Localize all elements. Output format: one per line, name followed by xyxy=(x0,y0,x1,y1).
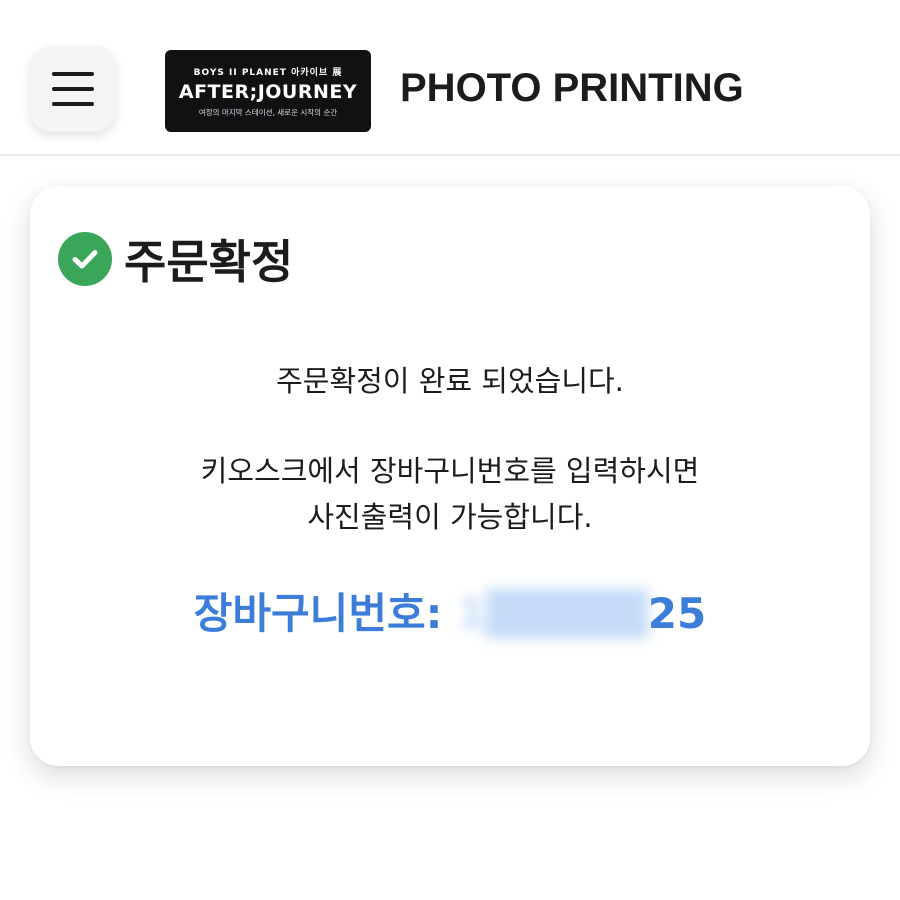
check-circle-icon xyxy=(58,232,112,286)
heading-text: 주문확정 xyxy=(124,235,294,289)
hamburger-menu-icon-bar xyxy=(52,87,94,91)
event-logo[interactable]: BOYS II PLANET 아카이브 展 AFTER;JOURNEY 여정의 … xyxy=(165,50,371,132)
card-heading: 주문확정 xyxy=(58,226,293,292)
app-header: BOYS II PLANET 아카이브 展 AFTER;JOURNEY 여정의 … xyxy=(0,0,900,156)
logo-line-1: BOYS II PLANET 아카이브 展 xyxy=(193,67,343,78)
kiosk-instruction-line-2: 사진출력이 가능합니다. xyxy=(307,500,593,534)
hamburger-menu-icon xyxy=(52,72,94,76)
cart-number-label: 장바구니번호: xyxy=(193,589,443,638)
logo-line-3: 여정의 마지막 스테이션, 새로운 시작의 순간 xyxy=(198,107,338,117)
page-title: PHOTO PRINTING xyxy=(400,66,744,110)
kiosk-instruction-line-1: 키오스크에서 장바구니번호를 입력하시면 xyxy=(200,454,700,488)
confirmation-message: 주문확정이 완료 되었습니다. xyxy=(276,364,624,398)
cart-number-visible-digits: 25 xyxy=(647,589,707,638)
order-confirmation-card: 주문확정 주문확정이 완료 되었습니다. 키오스크에서 장바구니번호를 입력하시… xyxy=(30,186,870,766)
cart-number-value: 1█████25 xyxy=(457,589,706,638)
cart-number-line: 장바구니번호: 1█████25 xyxy=(30,580,870,641)
page: BOYS II PLANET 아카이브 展 AFTER;JOURNEY 여정의 … xyxy=(0,0,900,900)
cart-number-blurred: 1█████ xyxy=(457,589,648,638)
menu-button[interactable] xyxy=(30,46,116,132)
hamburger-menu-icon-bar xyxy=(52,102,94,106)
logo-line-2: AFTER;JOURNEY xyxy=(178,80,358,103)
cart-number-hidden-digit: 1 xyxy=(457,589,487,638)
